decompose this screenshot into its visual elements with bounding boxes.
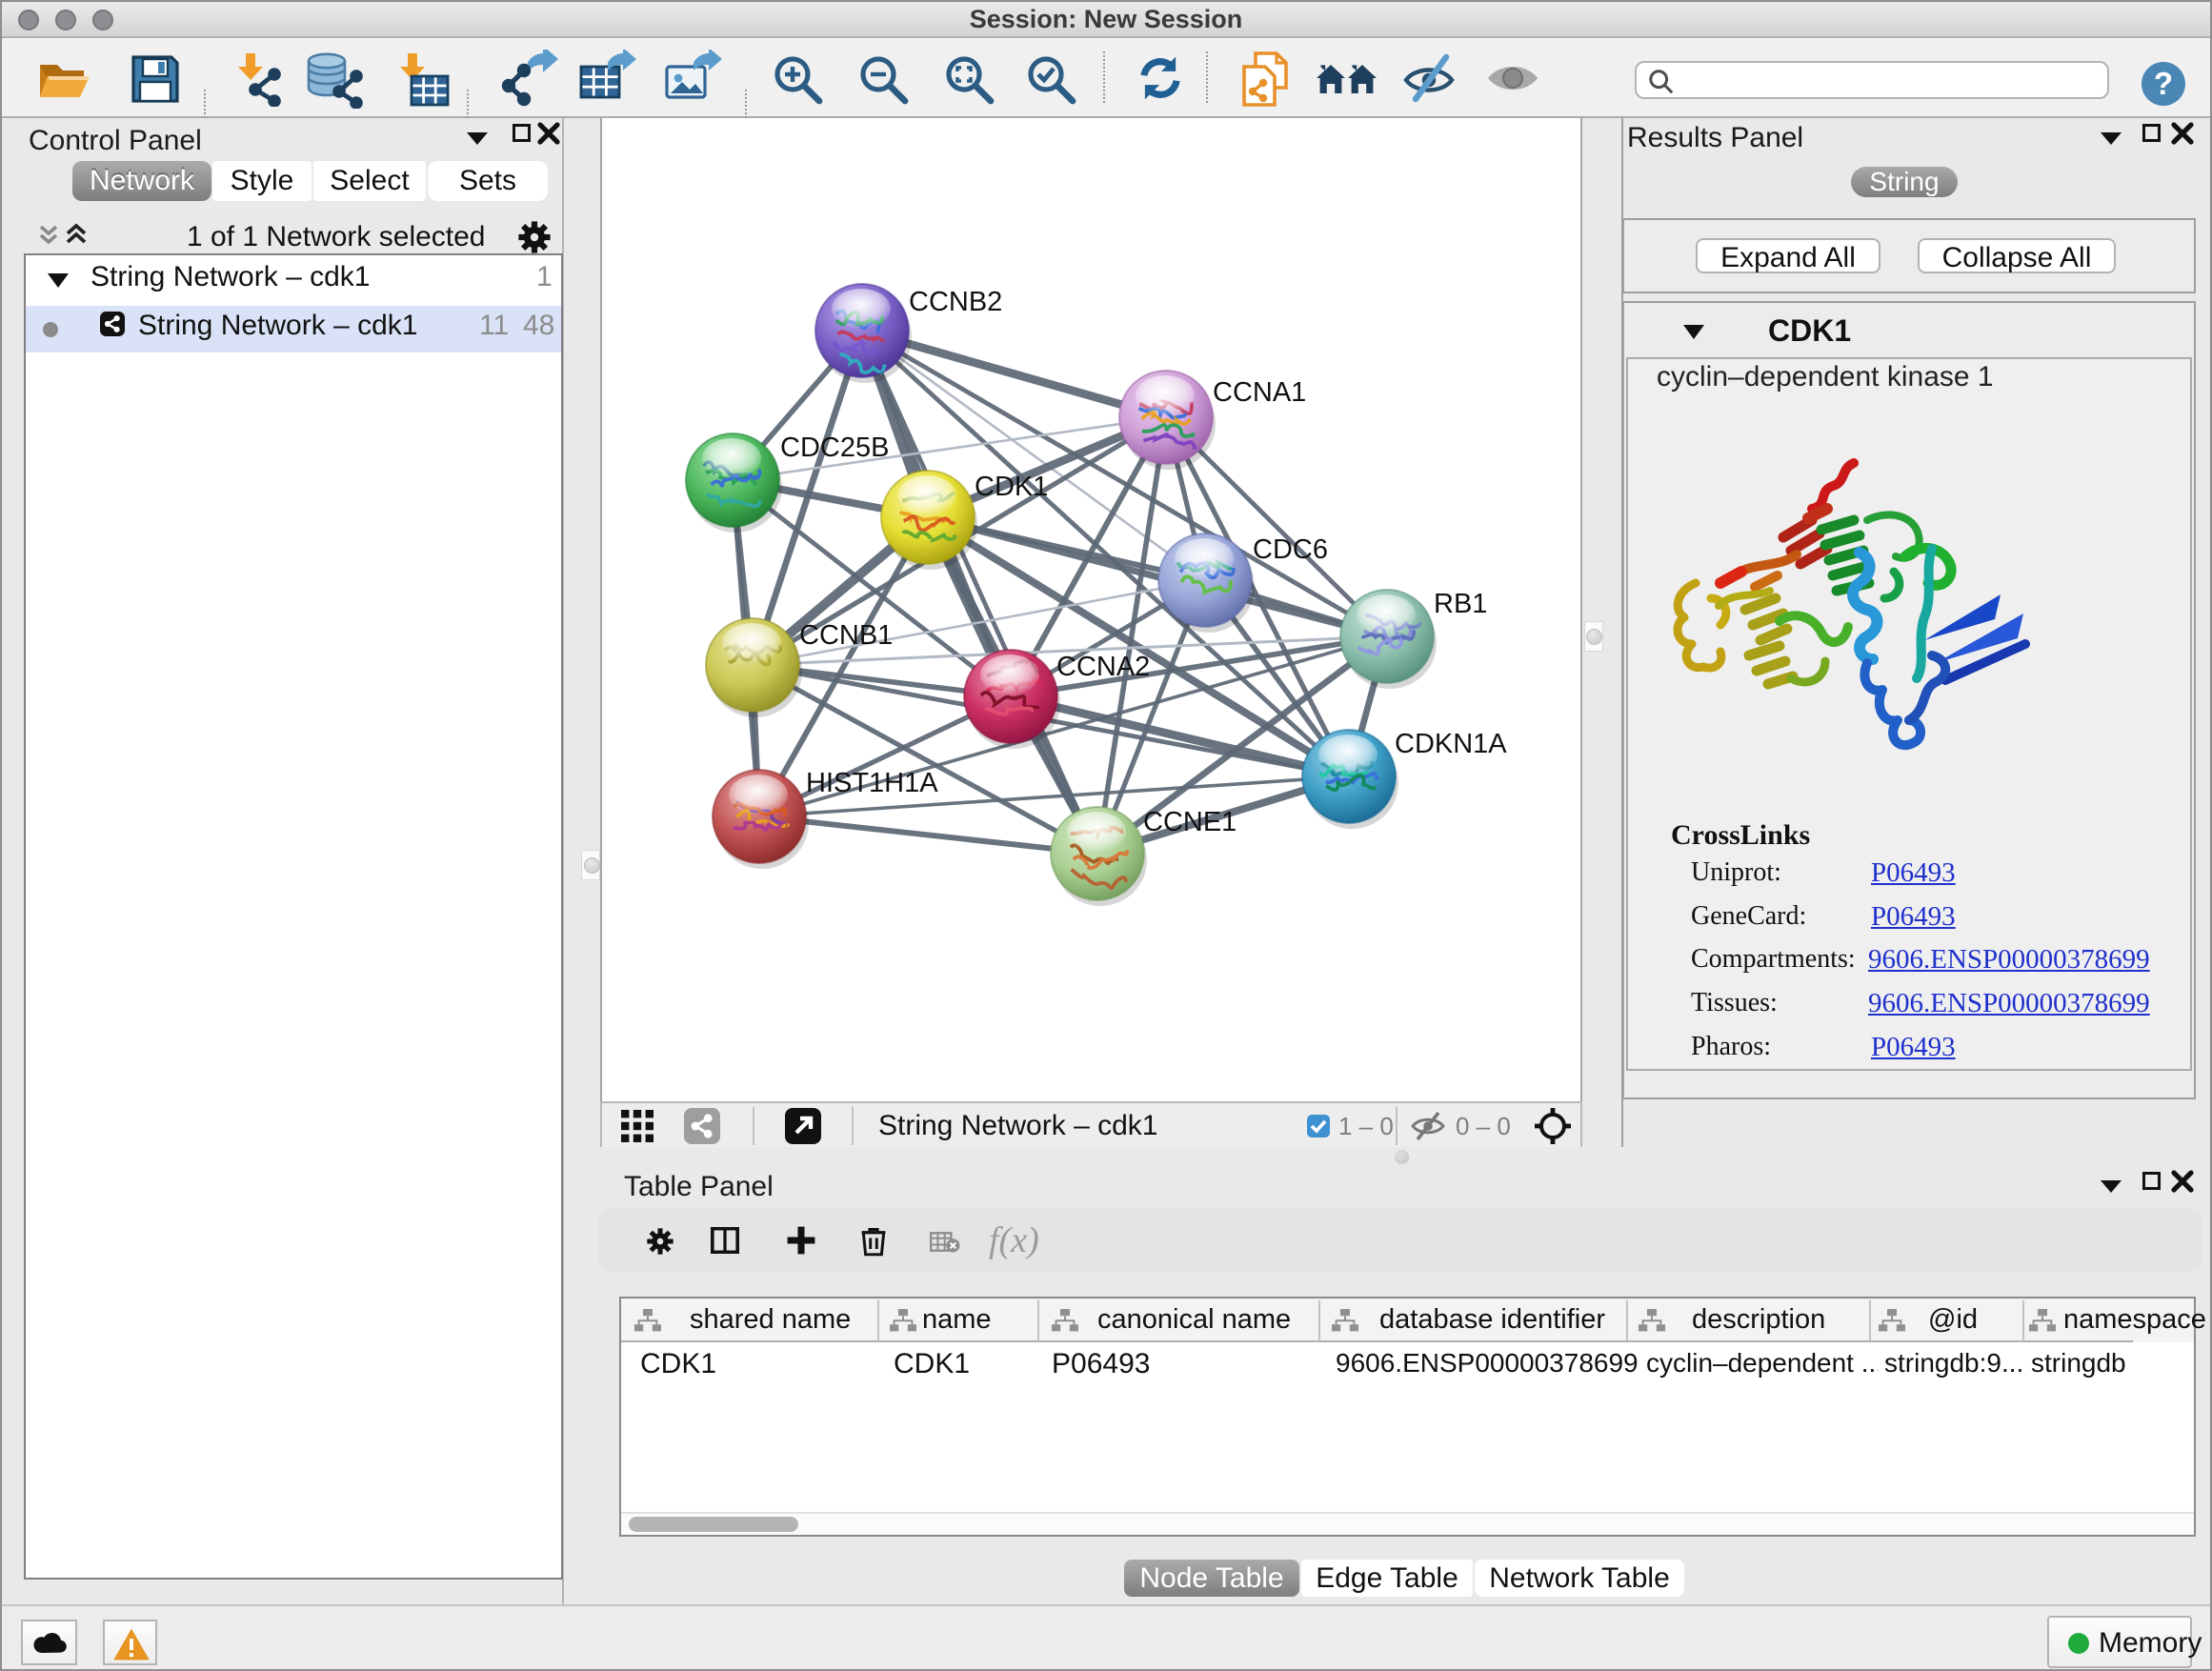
svg-text:HIST1H1A: HIST1H1A xyxy=(806,768,938,798)
svg-text:CDKN1A: CDKN1A xyxy=(1395,729,1507,759)
svg-text:CCNB1: CCNB1 xyxy=(799,620,893,651)
svg-text:CDK1: CDK1 xyxy=(975,472,1048,502)
svg-text:CCNB2: CCNB2 xyxy=(909,287,1002,317)
svg-text:CDC25B: CDC25B xyxy=(780,433,889,463)
svg-text:CDC6: CDC6 xyxy=(1253,534,1328,565)
svg-text:CCNE1: CCNE1 xyxy=(1143,807,1237,837)
svg-text:CCNA1: CCNA1 xyxy=(1213,377,1306,408)
svg-text:RB1: RB1 xyxy=(1434,589,1487,619)
svg-text:CCNA2: CCNA2 xyxy=(1056,652,1150,682)
